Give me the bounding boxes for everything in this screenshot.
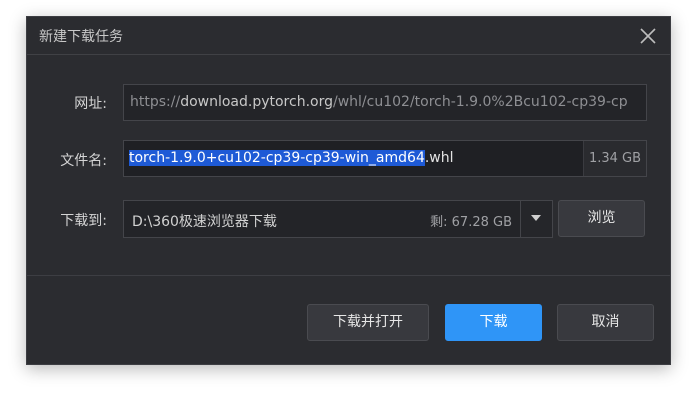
- path-dropdown-button[interactable]: [520, 201, 552, 237]
- destination-path-field[interactable]: D:\360极速浏览器下载 剩: 67.28 GB: [123, 200, 553, 238]
- filename-extension: .whl: [424, 150, 454, 166]
- filename-label: 文件名:: [60, 153, 107, 169]
- dialog-title: 新建下载任务: [39, 29, 123, 45]
- download-and-open-button[interactable]: 下载并打开: [307, 304, 429, 341]
- url-host: download.pytorch.org: [180, 94, 333, 110]
- filename-input[interactable]: torch-1.9.0+cu102-cp39-cp39-win_amd64.wh…: [123, 140, 647, 177]
- url-field[interactable]: https://download.pytorch.org/whl/cu102/t…: [123, 84, 647, 121]
- cancel-button[interactable]: 取消: [557, 304, 654, 341]
- destination-path: D:\360极速浏览器下载: [132, 214, 277, 230]
- filename-value: torch-1.9.0+cu102-cp39-cp39-win_amd64.wh…: [129, 150, 454, 166]
- download-button[interactable]: 下载: [445, 304, 542, 341]
- destination-label: 下载到:: [60, 213, 107, 229]
- free-space: 剩: 67.28 GB: [430, 215, 512, 230]
- footer-divider: [27, 275, 670, 276]
- close-icon: [640, 28, 656, 44]
- filename-selected-text: torch-1.9.0+cu102-cp39-cp39-win_amd64: [129, 150, 425, 166]
- url-path: /whl/cu102/torch-1.9.0%2Bcu102-cp39-cp: [333, 94, 628, 110]
- file-size: 1.34 GB: [583, 141, 646, 176]
- close-button[interactable]: [638, 26, 658, 46]
- url-prefix: https://: [130, 94, 181, 110]
- new-download-dialog: 新建下载任务 网址: https://download.pytorch.org/…: [26, 16, 671, 365]
- title-bar: 新建下载任务: [27, 17, 670, 55]
- url-label: 网址:: [74, 96, 107, 112]
- caret-down-icon: [531, 215, 541, 221]
- browse-button[interactable]: 浏览: [558, 200, 645, 237]
- url-value: https://download.pytorch.org/whl/cu102/t…: [130, 94, 628, 110]
